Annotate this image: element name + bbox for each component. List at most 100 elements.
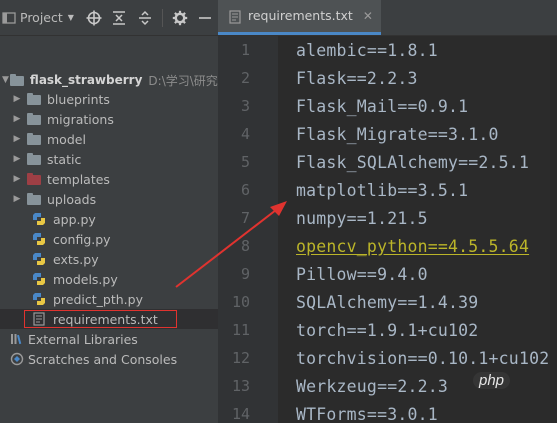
code-line[interactable]: 6 matplotlib==3.5.1 (218, 176, 557, 204)
select-opened-file-button[interactable] (81, 0, 107, 36)
code-line[interactable]: 5 Flask_SQLAlchemy==2.5.1 (218, 148, 557, 176)
tree-file-app-py[interactable]: app.py (0, 209, 218, 229)
code-text[interactable]: Flask_SQLAlchemy==2.5.1 (296, 153, 529, 172)
code-text[interactable]: torch==1.9.1+cu102 (296, 321, 478, 340)
scratches-label: Scratches and Consoles (28, 351, 178, 367)
file-name: config.py (53, 231, 111, 247)
project-toolbar: Project ▼ (0, 0, 218, 36)
code-text-warning[interactable]: opencv_python==4.5.5.64 (296, 237, 529, 256)
folder-name: blueprints (47, 91, 110, 107)
tree-folder-static[interactable]: ▶ static (0, 149, 218, 169)
code-line[interactable]: 7 numpy==1.21.5 (218, 204, 557, 232)
project-icon (2, 11, 16, 24)
chevron-right-icon[interactable]: ▶ (12, 114, 22, 124)
collapse-all-button[interactable] (106, 0, 132, 36)
code-text[interactable]: matplotlib==3.5.1 (296, 181, 468, 200)
tree-scratches-and-consoles[interactable]: Scratches and Consoles (0, 349, 218, 369)
folder-icon (26, 132, 42, 146)
code-text[interactable]: Pillow==9.4.0 (296, 265, 428, 284)
settings-button[interactable] (167, 0, 193, 36)
code-line[interactable]: 10 SQLAlchemy==1.4.39 (218, 288, 557, 316)
code-text[interactable]: Flask==2.2.3 (296, 69, 418, 88)
external-libraries-label: External Libraries (28, 331, 138, 347)
tree-file-config-py[interactable]: config.py (0, 229, 218, 249)
project-pane: Project ▼ ▼ flask_strawberry D:\学习\研究生 (0, 0, 218, 423)
hide-icon (199, 16, 212, 19)
close-icon[interactable]: ✕ (363, 9, 373, 23)
line-number: 13 (231, 377, 250, 395)
code-text[interactable]: SQLAlchemy==1.4.39 (296, 293, 478, 312)
tree-file-exts-py[interactable]: exts.py (0, 249, 218, 269)
target-icon (86, 10, 102, 25)
code-line[interactable]: 9 Pillow==9.4.0 (218, 260, 557, 288)
tree-file-requirements-txt[interactable]: requirements.txt (0, 309, 218, 329)
tree-folder-blueprints[interactable]: ▶ blueprints (0, 89, 218, 109)
folder-icon (26, 152, 42, 166)
folder-icon (26, 112, 42, 126)
code-text[interactable]: numpy==1.21.5 (296, 209, 428, 228)
line-number: 14 (231, 405, 250, 423)
gear-icon (172, 10, 187, 25)
line-number: 6 (240, 181, 250, 199)
tab-requirements-txt[interactable]: requirements.txt ✕ (218, 0, 381, 35)
tree-folder-model[interactable]: ▶ model (0, 129, 218, 149)
scratches-icon (10, 352, 24, 366)
library-icon (10, 332, 24, 346)
tree-file-predict-pth-py[interactable]: predict_pth.py (0, 289, 218, 309)
tree-external-libraries[interactable]: External Libraries (0, 329, 218, 349)
line-number: 8 (240, 237, 250, 255)
code-line[interactable]: 11 torch==1.9.1+cu102 (218, 316, 557, 344)
chevron-down-icon[interactable]: ▼ (2, 75, 9, 85)
hide-pane-button[interactable] (192, 0, 218, 36)
templates-folder-icon (26, 172, 42, 186)
watermark: php (473, 372, 511, 389)
project-title: Project (20, 10, 63, 25)
python-file-icon (32, 212, 48, 226)
chevron-right-icon[interactable]: ▶ (12, 194, 22, 204)
code-line[interactable]: 12 torchvision==0.10.1+cu102 (218, 344, 557, 372)
tree-folder-templates[interactable]: ▶ templates (0, 169, 218, 189)
code-text[interactable]: Werkzeug==2.2.3 (296, 377, 448, 396)
code-text[interactable]: Flask_Mail==0.9.1 (296, 97, 468, 116)
tree-folder-migrations[interactable]: ▶ migrations (0, 109, 218, 129)
chevron-right-icon[interactable]: ▶ (12, 134, 22, 144)
line-number: 7 (240, 209, 250, 227)
code-line[interactable]: 4 Flask_Migrate==3.1.0 (218, 120, 557, 148)
tree-root-flask-strawberry[interactable]: ▼ flask_strawberry D:\学习\研究生 (0, 70, 218, 90)
code-line[interactable]: 8 opencv_python==4.5.5.64 (218, 232, 557, 260)
editor-pane: requirements.txt ✕ 1 alembic==1.8.1 2 Flask… (218, 0, 557, 423)
python-file-icon (32, 292, 48, 306)
code-text[interactable]: Flask_Migrate==3.1.0 (296, 125, 499, 144)
toolbar-divider (161, 8, 163, 27)
folder-icon (9, 73, 25, 87)
code-text[interactable]: alembic==1.8.1 (296, 41, 438, 60)
project-view-selector[interactable]: Project ▼ (0, 10, 81, 25)
chevron-right-icon[interactable]: ▶ (12, 94, 22, 104)
collapse-all-icon (113, 10, 126, 25)
chevron-right-icon[interactable]: ▶ (12, 154, 22, 164)
chevron-right-icon[interactable]: ▶ (12, 174, 22, 184)
folder-name: uploads (47, 191, 97, 207)
code-text[interactable]: torchvision==0.10.1+cu102 (296, 349, 549, 368)
code-text[interactable]: WTForms==3.0.1 (296, 405, 438, 423)
folder-icon (26, 192, 42, 206)
tree-folder-uploads[interactable]: ▶ uploads (0, 189, 218, 209)
code-line[interactable]: 14 WTForms==3.0.1 (218, 400, 557, 423)
expand-all-button[interactable] (132, 0, 158, 36)
file-name: predict_pth.py (53, 291, 143, 307)
chevron-down-icon: ▼ (67, 13, 74, 22)
line-number: 3 (240, 97, 250, 115)
python-file-icon (32, 232, 48, 246)
line-number: 9 (240, 265, 250, 283)
editor-tab-bar: requirements.txt ✕ (218, 0, 557, 36)
folder-name: migrations (47, 111, 114, 127)
tree-file-models-py[interactable]: models.py (0, 269, 218, 289)
python-file-icon (32, 272, 48, 286)
line-number: 10 (231, 293, 250, 311)
line-number: 4 (240, 125, 250, 143)
code-line[interactable]: 2 Flask==2.2.3 (218, 64, 557, 92)
folder-icon (26, 92, 42, 106)
code-line[interactable]: 1 alembic==1.8.1 (218, 36, 557, 64)
expand-icon (138, 10, 151, 25)
code-line[interactable]: 3 Flask_Mail==0.9.1 (218, 92, 557, 120)
